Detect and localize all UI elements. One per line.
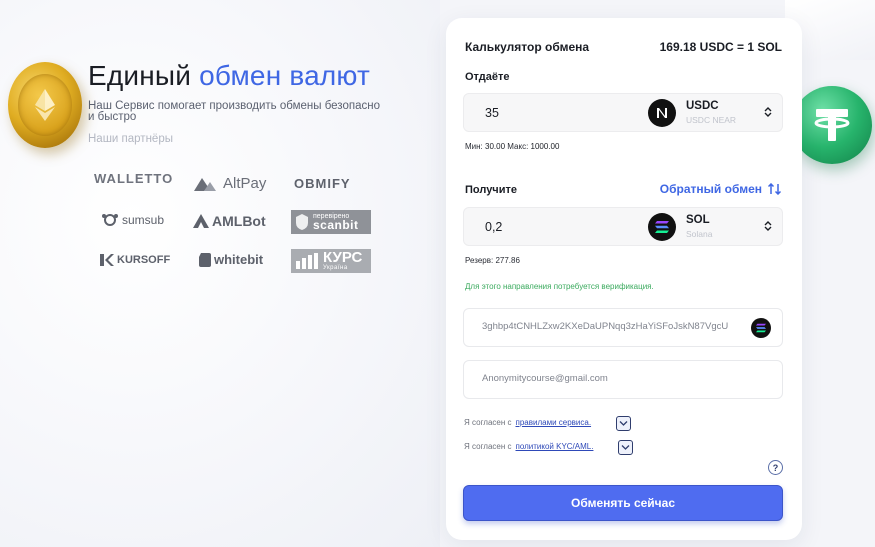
give-amount-box: USDC USDC NEAR	[463, 93, 783, 132]
sumsub-logo-icon	[102, 214, 118, 226]
give-coin-select[interactable]: USDC USDC NEAR	[648, 98, 780, 128]
get-coin-select[interactable]: SOL Solana	[648, 212, 780, 242]
give-amount-input[interactable]	[485, 106, 625, 120]
exchange-now-button[interactable]: Обменять сейчас	[463, 485, 783, 521]
partner-logo-whitebit[interactable]: whitebit	[199, 252, 263, 267]
email-field	[463, 360, 783, 399]
wallet-solana-icon	[751, 318, 771, 338]
amlbot-logo-icon	[193, 214, 209, 228]
get-amount-box: SOL Solana	[463, 207, 783, 246]
min-value: 30.00	[485, 142, 506, 151]
reserve-label: Резерв:	[465, 256, 494, 265]
page-title-plain: Единый	[88, 60, 192, 91]
partner-kurs-label: КУРС	[323, 249, 363, 266]
calculator-title: Калькулятор обмена	[465, 40, 590, 54]
get-label: Получите	[465, 184, 517, 196]
exchange-calculator-card: Калькулятор обмена 169.18 USDC = 1 SOL О…	[446, 18, 802, 540]
page-title: Единый обмен валют	[88, 60, 370, 92]
agree-kyc-checkbox[interactable]	[618, 440, 633, 455]
give-coin-network: USDC NEAR	[686, 115, 737, 125]
partner-logo-kurs[interactable]: КУРС Україна	[291, 249, 371, 273]
swap-arrows-icon	[768, 183, 782, 195]
agree-kyc-text: Я согласен с	[464, 442, 512, 451]
partner-logo-altpay[interactable]: AltPay	[194, 175, 266, 192]
partner-kurs-small-label: Україна	[323, 265, 348, 271]
give-select-arrows-icon	[764, 107, 772, 117]
max-label: Макс:	[507, 142, 529, 151]
reserve-value: 277.86	[495, 256, 520, 265]
partner-scanbit-label: scanbit	[313, 218, 359, 232]
reverse-exchange-button[interactable]: Обратный обмен	[660, 182, 782, 196]
whitebit-logo-icon	[199, 252, 211, 267]
tether-coin-icon	[792, 86, 872, 164]
near-coin-icon	[648, 99, 676, 127]
max-value: 1000.00	[530, 142, 560, 151]
partner-amlbot-label: AMLBot	[212, 213, 266, 229]
partner-altpay-label: AltPay	[223, 175, 267, 192]
partner-logo-sumsub[interactable]: sumsub	[101, 213, 164, 227]
partner-logo-kursoff[interactable]: KURSOFF	[100, 254, 170, 266]
verification-note: Для этого направления потребуется верифи…	[465, 282, 654, 291]
partner-logo-scanbit[interactable]: перевірено scanbit	[291, 210, 371, 234]
kyc-aml-policy-link[interactable]: политикой KYC/AML.	[516, 442, 594, 451]
wallet-address-field	[463, 308, 783, 347]
reverse-exchange-label: Обратный обмен	[659, 182, 762, 196]
kursoff-logo-icon	[100, 254, 114, 266]
get-coin-name: SOL	[686, 214, 710, 226]
partner-logo-walletto[interactable]: WALLETTO	[94, 171, 173, 186]
scanbit-shield-icon	[296, 214, 308, 230]
agree-kyc-row: Я согласен с политикой KYC/AML.	[464, 442, 593, 451]
give-limits: Мин: 30.00 Макс: 1000.00	[465, 142, 559, 151]
agree-rules-row: Я согласен с правилами сервиса.	[464, 418, 591, 427]
partner-logo-obmify[interactable]: OBMIFY	[294, 176, 351, 191]
partner-logo-amlbot[interactable]: AMLBot	[193, 213, 266, 229]
partner-kursoff-label: KURSOFF	[117, 254, 171, 266]
partner-obmify-label: OBMIFY	[294, 176, 351, 191]
reserve-info: Резерв: 277.86	[465, 256, 520, 265]
get-coin-network: Solana	[686, 229, 713, 239]
partner-walletto-label: WALLETTO	[94, 171, 174, 186]
email-input[interactable]	[482, 373, 752, 384]
agree-rules-checkbox[interactable]	[616, 416, 631, 431]
checkmark-icon	[619, 421, 628, 426]
give-coin-name: USDC	[686, 100, 719, 112]
partner-sumsub-label: sumsub	[122, 213, 165, 227]
partner-whitebit-label: whitebit	[214, 252, 264, 267]
agree-rules-text: Я согласен с	[464, 418, 512, 427]
page-subtitle: Наш Сервис помогает производить обмены б…	[88, 100, 380, 123]
service-rules-link[interactable]: правилами сервиса.	[516, 418, 592, 427]
kurs-bars-icon	[296, 253, 318, 269]
get-amount-input[interactable]	[485, 220, 625, 234]
ethereum-coin-icon	[8, 62, 82, 148]
partners-title: Наши партнёры	[88, 133, 173, 145]
wallet-address-input[interactable]	[482, 321, 752, 332]
get-select-arrows-icon	[764, 221, 772, 231]
checkmark-icon	[621, 445, 630, 450]
altpay-logo-icon	[194, 177, 216, 191]
help-icon[interactable]: ?	[768, 460, 783, 475]
min-label: Мин:	[465, 142, 483, 151]
solana-coin-icon	[648, 213, 676, 241]
page-title-accent: обмен валют	[199, 60, 371, 91]
give-label: Отдаёте	[465, 71, 510, 83]
exchange-rate: 169.18 USDC = 1 SOL	[659, 40, 782, 54]
